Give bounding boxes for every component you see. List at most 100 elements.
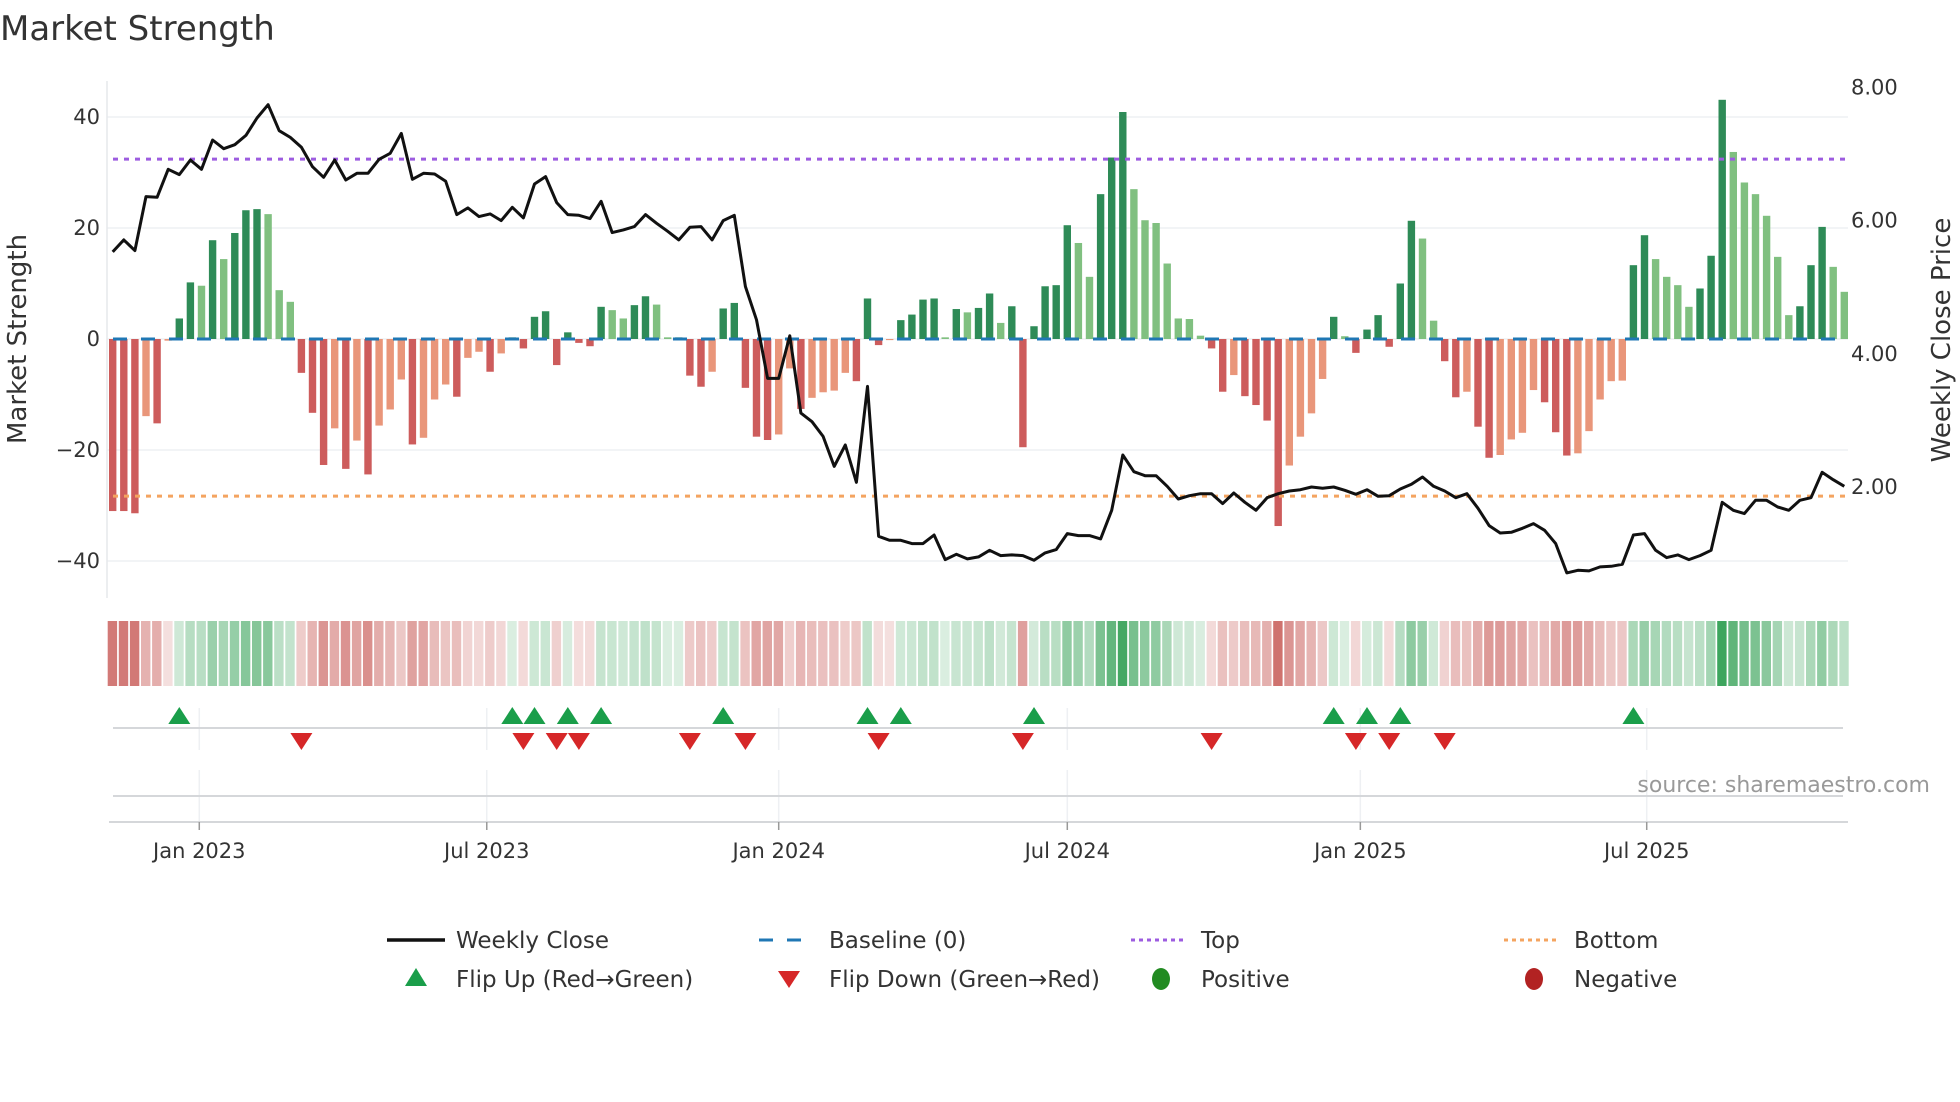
strength-bar <box>1108 157 1116 339</box>
strength-bar <box>630 305 639 339</box>
strip-cell <box>1350 621 1361 686</box>
strength-bar <box>1496 339 1504 455</box>
strength-bar <box>919 299 927 339</box>
strip-cell <box>396 621 406 686</box>
strength-bar <box>297 339 306 373</box>
strength-bar <box>275 290 283 339</box>
strength-bar <box>1030 326 1038 339</box>
strip-cell <box>651 621 661 686</box>
strip-cell <box>585 621 595 686</box>
strength-bar <box>530 316 539 339</box>
strength-bar <box>1008 306 1016 339</box>
strength-bar <box>1740 182 1749 339</box>
strip-cell <box>485 621 495 686</box>
strip-cell <box>929 621 939 686</box>
strip-cell <box>1262 621 1272 686</box>
strength-bar <box>1485 339 1493 458</box>
strength-bar <box>841 339 849 373</box>
strength-bar <box>886 339 894 341</box>
y2-tick-label: 2.00 <box>1851 475 1898 499</box>
strip-cell <box>1495 621 1505 686</box>
strip-cell <box>1606 621 1616 686</box>
strip-cell <box>1251 621 1261 686</box>
strength-bar <box>1718 99 1726 339</box>
strength-bar <box>1096 194 1105 339</box>
strength-bar <box>752 339 761 437</box>
y-tick-label: 40 <box>73 105 100 129</box>
strip-cell <box>673 621 684 686</box>
strength-bar <box>1374 315 1382 339</box>
strength-bar <box>1829 266 1837 339</box>
strength-bar <box>1574 339 1582 454</box>
strip-cell <box>973 621 983 686</box>
strip-cell <box>1439 621 1450 686</box>
strip-cell <box>507 621 517 686</box>
strip-cell <box>1228 621 1239 686</box>
y-tick-label: 20 <box>73 216 100 240</box>
strength-bar <box>397 339 405 380</box>
strength-bar <box>1252 339 1260 406</box>
strength-bar <box>1463 339 1471 392</box>
strip-cell <box>1006 621 1017 686</box>
strength-bar <box>1474 339 1482 427</box>
strength-bar <box>930 298 938 339</box>
flip-up-marker <box>523 707 546 724</box>
strength-bar <box>852 339 861 382</box>
strength-bar <box>1596 339 1604 400</box>
strip-cell <box>607 621 617 686</box>
strip-cell <box>1728 621 1738 686</box>
strip-cell <box>1639 621 1649 686</box>
flip-up-marker <box>168 707 191 724</box>
strip-cell <box>918 621 928 686</box>
x-tick-label: Jul 2023 <box>442 839 529 863</box>
flip-down-marker <box>734 733 757 750</box>
strip-cell <box>1128 621 1139 686</box>
strip-cell <box>1572 621 1583 686</box>
legend-top: Top <box>1200 928 1240 954</box>
chart-title: Market Strength <box>0 9 275 49</box>
strength-bar <box>963 312 972 339</box>
x-tick-label: Jan 2025 <box>1312 839 1407 863</box>
flip-down-marker <box>512 733 535 750</box>
legend-flip-down: Flip Down (Green→Red) <box>829 967 1100 993</box>
strength-bar <box>220 259 228 339</box>
strip-cell <box>773 621 784 686</box>
strength-bar <box>1552 339 1560 433</box>
flip-up-marker <box>590 707 613 724</box>
strength-bar <box>1296 339 1305 437</box>
strip-cell <box>1628 621 1638 686</box>
strip-cell <box>474 621 484 686</box>
strength-bar <box>175 318 183 339</box>
strength-bar <box>819 339 827 393</box>
strength-bar <box>1063 225 1071 339</box>
strip-cell <box>1506 621 1516 686</box>
strip-cell <box>684 621 695 686</box>
strip-cell <box>385 621 395 686</box>
strip-cell <box>274 621 284 686</box>
strength-bar <box>985 293 994 339</box>
strip-cell <box>1783 621 1794 686</box>
strip-cell <box>163 621 173 686</box>
strength-bar <box>1241 339 1249 397</box>
strength-bar <box>1840 291 1848 339</box>
strength-bar <box>541 311 550 339</box>
strip-cell <box>1450 621 1461 686</box>
date-gridlines <box>198 708 1648 822</box>
strength-bar <box>1774 256 1782 339</box>
strip-cell <box>529 621 539 686</box>
strip-cell <box>940 621 950 686</box>
strength-bar <box>408 339 417 445</box>
strip-cell <box>1561 621 1572 686</box>
strength-bar <box>186 282 195 339</box>
strip-cell <box>1173 621 1183 686</box>
strip-cell <box>351 621 362 686</box>
strength-bar <box>1751 194 1760 339</box>
strip-cell <box>895 621 906 686</box>
strip-cell <box>1484 621 1494 686</box>
strength-bar <box>1307 339 1316 414</box>
strip-cell <box>1672 621 1683 686</box>
strip-cell <box>795 621 806 686</box>
strength-bar <box>1318 339 1327 379</box>
strip-cell <box>1595 621 1605 686</box>
strip-cell <box>1772 621 1783 686</box>
